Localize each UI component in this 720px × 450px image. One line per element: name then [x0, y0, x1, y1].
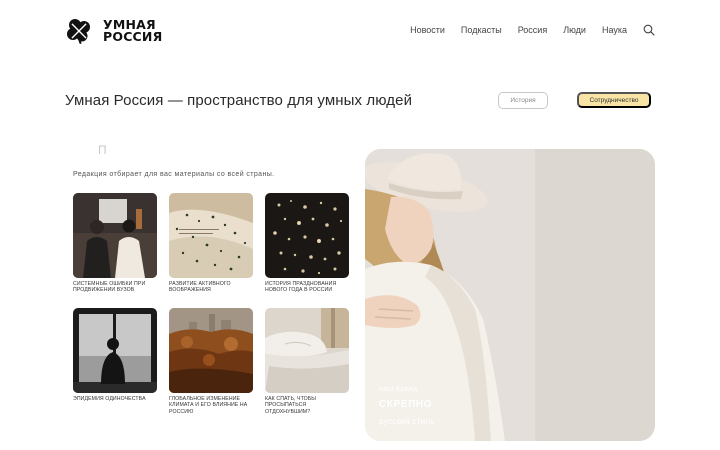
clover-logo-icon [67, 19, 90, 45]
article-image-fireworks [265, 193, 349, 278]
article-caption: ГЛОБАЛЬНОЕ ИЗМЕНЕНИЕ КЛИМАТА И ЕГО ВЛИЯН… [169, 396, 248, 415]
nav-item-news[interactable]: Новости [410, 25, 445, 35]
cooperation-button[interactable]: Сотрудничество [577, 92, 651, 108]
nav-item-people[interactable]: Люди [563, 25, 586, 35]
site-logo[interactable]: УМНАЯ РОССИЯ [65, 17, 162, 45]
feature-style-label: русский стиль [379, 417, 435, 426]
article-card[interactable]: ИСТОРИЯ ПРАЗДНОВАНИЯ НОВОГО ГОДА В РОССИ… [265, 193, 349, 294]
feature-photo [365, 149, 655, 441]
feature-kicker: наш бренд [379, 386, 418, 393]
brand-feature-card[interactable]: наш бренд СКРЕПНО русский стиль [365, 149, 655, 441]
article-card[interactable]: ГЛОБАЛЬНОЕ ИЗМЕНЕНИЕ КЛИМАТА И ЕГО ВЛИЯН… [169, 308, 253, 415]
article-image-students [73, 193, 157, 278]
article-card[interactable]: ЭПИДЕМИЯ ОДИНОЧЕСТВА [73, 308, 157, 402]
article-caption: РАЗВИТИЕ АКТИВНОГО ВООБРАЖЕНИЯ [169, 281, 231, 294]
logo-line-2: РОССИЯ [103, 29, 163, 44]
article-image-book [169, 193, 253, 278]
article-card[interactable]: КАК СПАТЬ, ЧТОБЫ ПРОСЫПАТЬСЯ ОТДОХНУВШИМ… [265, 308, 349, 415]
history-button[interactable]: История [498, 92, 548, 109]
main-nav: Новости Подкасты Россия Люди Наука [410, 24, 655, 36]
article-card[interactable]: РАЗВИТИЕ АКТИВНОГО ВООБРАЖЕНИЯ [169, 193, 253, 294]
logo-text: УМНАЯ РОССИЯ [103, 18, 163, 44]
article-caption: КАК СПАТЬ, ЧТОБЫ ПРОСЫПАТЬСЯ ОТДОХНУВШИМ… [265, 396, 316, 415]
feature-brand-name: СКРЕПНО [379, 399, 433, 410]
search-icon[interactable] [643, 24, 655, 36]
nav-item-podcasts[interactable]: Подкасты [461, 25, 502, 35]
article-caption: СИСТЕМНЫЕ ОШИБКИ ПРИ ПРОДВИЖЕНИИ ВУЗОВ [73, 281, 146, 294]
article-image-loneliness [73, 308, 157, 393]
section-subtitle: Редакция отбирает для вас материалы со в… [73, 171, 275, 178]
page-title: Умная Россия — пространство для умных лю… [65, 92, 413, 109]
nav-item-science[interactable]: Наука [602, 25, 627, 35]
article-image-bed [265, 308, 349, 393]
article-caption: ИСТОРИЯ ПРАЗДНОВАНИЯ НОВОГО ГОДА В РОССИ… [265, 281, 337, 294]
article-caption: ЭПИДЕМИЯ ОДИНОЧЕСТВА [73, 396, 146, 402]
article-image-autumn-forest [169, 308, 253, 393]
section-placeholder-glyph: П [98, 143, 107, 157]
article-card[interactable]: СИСТЕМНЫЕ ОШИБКИ ПРИ ПРОДВИЖЕНИИ ВУЗОВ [73, 193, 157, 294]
nav-item-russia[interactable]: Россия [518, 25, 548, 35]
